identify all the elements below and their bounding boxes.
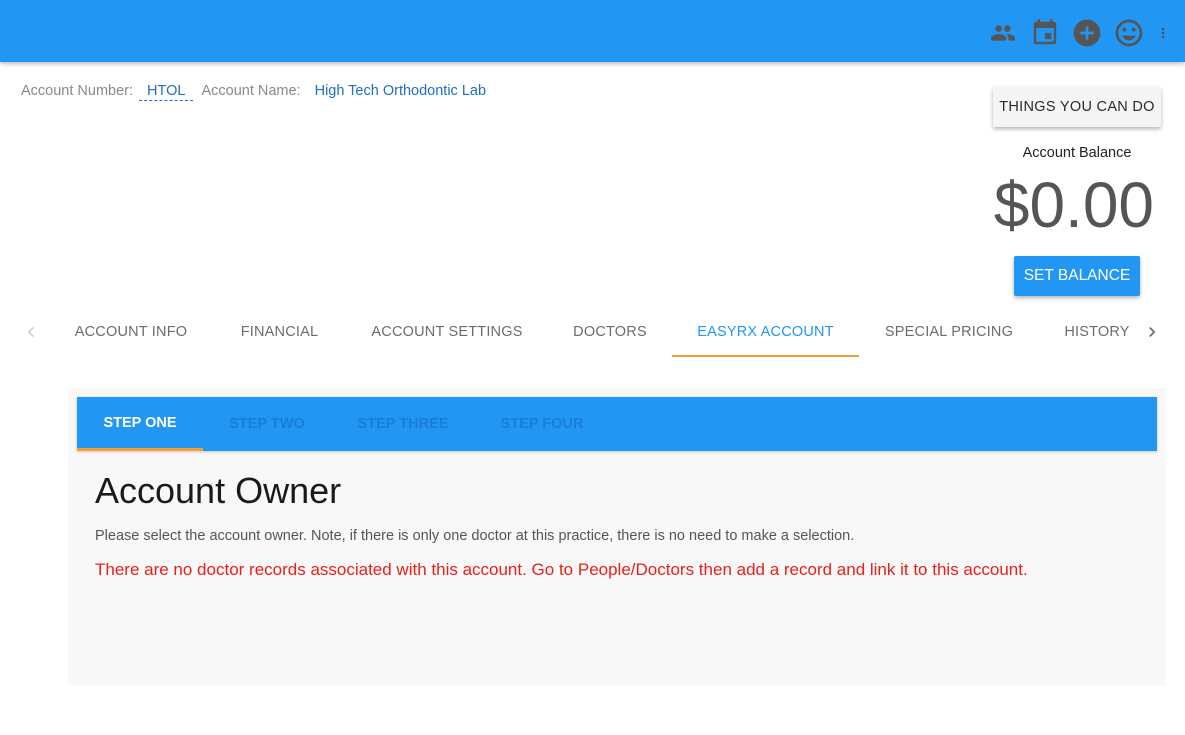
- step-three-tab[interactable]: STEP THREE: [331, 397, 475, 451]
- tab-history[interactable]: HISTORY: [1039, 308, 1155, 356]
- account-name-label: Account Name:: [201, 83, 301, 99]
- add-circle-icon[interactable]: [1071, 17, 1103, 49]
- tab-doctors[interactable]: DOCTORS: [548, 308, 672, 356]
- things-you-can-do-button[interactable]: THINGS YOU CAN DO: [993, 87, 1161, 127]
- account-info-line: Account Number: HTOL Account Name: High Tec…: [21, 83, 486, 101]
- account-number-label: Account Number:: [21, 83, 134, 99]
- account-balance-value: $0.00: [993, 169, 1154, 241]
- people-icon[interactable]: [987, 17, 1019, 49]
- tab-account-info[interactable]: ACCOUNT INFO: [49, 308, 213, 356]
- account-tabs: ACCOUNT INFO FINANCIAL ACCOUNT SETTINGS …: [0, 308, 1185, 358]
- tab-financial[interactable]: FINANCIAL: [213, 308, 346, 356]
- more-vert-icon[interactable]: [1155, 17, 1171, 49]
- smiley-icon[interactable]: [1113, 17, 1145, 49]
- account-number-value[interactable]: HTOL: [139, 83, 194, 101]
- chevron-right-icon[interactable]: [1140, 320, 1164, 344]
- stepper-tabs: STEP ONE STEP TWO STEP THREE STEP FOUR: [77, 397, 1157, 451]
- step-two-tab[interactable]: STEP TWO: [203, 397, 331, 451]
- app-header: [0, 0, 1185, 62]
- tab-easyrx-account[interactable]: EASYRX ACCOUNT: [672, 308, 859, 357]
- section-description: Please select the account owner. Note, i…: [95, 528, 855, 544]
- step-four-tab[interactable]: STEP FOUR: [475, 397, 609, 451]
- set-balance-button[interactable]: SET BALANCE: [1014, 256, 1140, 296]
- account-balance-label: Account Balance: [1022, 145, 1132, 161]
- easyrx-panel: STEP ONE STEP TWO STEP THREE STEP FOUR A…: [68, 388, 1166, 685]
- no-doctor-warning: There are no doctor records associated w…: [95, 560, 1028, 579]
- tab-account-settings[interactable]: ACCOUNT SETTINGS: [346, 308, 548, 356]
- step-one-tab[interactable]: STEP ONE: [77, 397, 203, 451]
- calendar-icon[interactable]: [1029, 17, 1061, 49]
- chevron-left-icon[interactable]: [19, 320, 43, 344]
- tab-special-pricing[interactable]: SPECIAL PRICING: [859, 308, 1039, 356]
- section-title: Account Owner: [95, 470, 342, 511]
- account-name-value[interactable]: High Tech Orthodontic Lab: [315, 83, 486, 99]
- header-actions: [987, 17, 1171, 49]
